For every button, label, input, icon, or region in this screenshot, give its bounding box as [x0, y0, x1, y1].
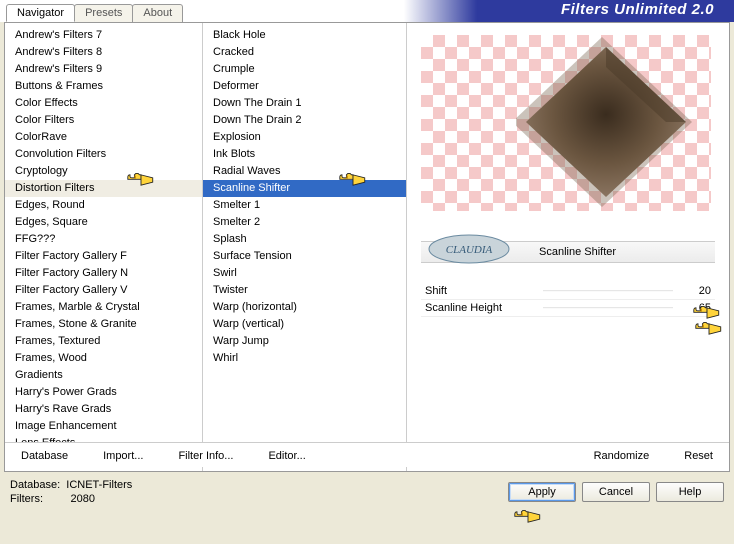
category-item[interactable]: Distortion Filters — [5, 180, 202, 197]
filter-item[interactable]: Down The Drain 1 — [203, 95, 406, 112]
bottom-button-bar: Database Import... Filter Info... Editor… — [5, 442, 729, 467]
filter-item[interactable]: Crumple — [203, 61, 406, 78]
category-item[interactable]: Filter Factory Gallery V — [5, 282, 202, 299]
main-content: Andrew's Filters 7Andrew's Filters 8Andr… — [4, 22, 730, 472]
category-item[interactable]: Image Enhancement — [5, 418, 202, 435]
filters-count-value: 2080 — [71, 493, 95, 505]
filter-item[interactable]: Whirl — [203, 350, 406, 367]
category-item[interactable]: Frames, Wood — [5, 350, 202, 367]
filter-list[interactable]: Black HoleCrackedCrumpleDeformerDown The… — [203, 23, 407, 471]
param-row[interactable]: Shift 20 — [421, 283, 715, 300]
category-item[interactable]: ColorRave — [5, 129, 202, 146]
category-item[interactable]: Andrew's Filters 7 — [5, 27, 202, 44]
category-item[interactable]: Harry's Rave Grads — [5, 401, 202, 418]
watermark-logo: CLAUDIA — [425, 230, 513, 268]
filter-item[interactable]: Radial Waves — [203, 163, 406, 180]
reset-button[interactable]: Reset — [684, 450, 713, 462]
help-button[interactable]: Help — [656, 482, 724, 502]
right-pane: CLAUDIA Scanline Shifter Shift 20 Scanline… — [407, 23, 729, 471]
database-label: Database: — [10, 479, 60, 491]
filter-item[interactable]: Splash — [203, 231, 406, 248]
category-item[interactable]: Edges, Round — [5, 197, 202, 214]
category-item[interactable]: Frames, Textured — [5, 333, 202, 350]
param-row[interactable]: Scanline Height 65 — [421, 300, 715, 317]
svg-text:CLAUDIA: CLAUDIA — [446, 244, 493, 256]
filter-item[interactable]: Down The Drain 2 — [203, 112, 406, 129]
tab-about[interactable]: About — [132, 4, 183, 22]
header-bar: NavigatorPresetsAbout Filters Unlimited … — [0, 0, 734, 22]
filters-count-label: Filters: — [10, 493, 43, 505]
filter-item[interactable]: Warp (horizontal) — [203, 299, 406, 316]
tab-presets[interactable]: Presets — [74, 4, 133, 22]
category-item[interactable]: Convolution Filters — [5, 146, 202, 163]
param-label: Shift — [425, 285, 535, 297]
category-item[interactable]: Harry's Power Grads — [5, 384, 202, 401]
randomize-button[interactable]: Randomize — [594, 450, 650, 462]
param-value: 20 — [681, 285, 711, 297]
filter-item[interactable]: Warp Jump — [203, 333, 406, 350]
tab-navigator[interactable]: Navigator — [6, 4, 75, 22]
category-item[interactable]: Buttons & Frames — [5, 78, 202, 95]
filter-item[interactable]: Smelter 1 — [203, 197, 406, 214]
filter-title-row: CLAUDIA Scanline Shifter — [421, 241, 715, 263]
filter-item[interactable]: Surface Tension — [203, 248, 406, 265]
filter-item[interactable]: Swirl — [203, 265, 406, 282]
filter-item[interactable]: Scanline Shifter — [203, 180, 406, 197]
import-button[interactable]: Import... — [103, 450, 143, 462]
filter-item[interactable]: Deformer — [203, 78, 406, 95]
apply-button[interactable]: Apply — [508, 482, 576, 502]
category-item[interactable]: Filter Factory Gallery F — [5, 248, 202, 265]
database-button[interactable]: Database — [21, 450, 68, 462]
filter-item[interactable]: Explosion — [203, 129, 406, 146]
category-item[interactable]: FFG??? — [5, 231, 202, 248]
current-filter-name: Scanline Shifter — [539, 246, 616, 258]
tabs: NavigatorPresetsAbout — [6, 4, 182, 22]
category-item[interactable]: Edges, Square — [5, 214, 202, 231]
footer: Database: ICNET-Filters Filters: 2080 Ap… — [0, 472, 734, 512]
category-item[interactable]: Frames, Stone & Granite — [5, 316, 202, 333]
cancel-button[interactable]: Cancel — [582, 482, 650, 502]
filter-item[interactable]: Twister — [203, 282, 406, 299]
filter-item[interactable]: Black Hole — [203, 27, 406, 44]
app-title: Filters Unlimited 2.0 — [561, 1, 714, 18]
filter-item[interactable]: Warp (vertical) — [203, 316, 406, 333]
filter-item[interactable]: Ink Blots — [203, 146, 406, 163]
param-slider[interactable] — [543, 307, 673, 309]
category-item[interactable]: Color Effects — [5, 95, 202, 112]
filter-preview — [421, 35, 711, 211]
category-item[interactable]: Frames, Marble & Crystal — [5, 299, 202, 316]
filter-item[interactable]: Smelter 2 — [203, 214, 406, 231]
parameters: Shift 20 Scanline Height 65 — [421, 283, 715, 317]
filter-info-button[interactable]: Filter Info... — [178, 450, 233, 462]
category-item[interactable]: Cryptology — [5, 163, 202, 180]
category-list[interactable]: Andrew's Filters 7Andrew's Filters 8Andr… — [5, 23, 203, 471]
param-slider[interactable] — [543, 290, 673, 292]
filter-item[interactable]: Cracked — [203, 44, 406, 61]
category-item[interactable]: Andrew's Filters 8 — [5, 44, 202, 61]
category-item[interactable]: Gradients — [5, 367, 202, 384]
category-item[interactable]: Andrew's Filters 9 — [5, 61, 202, 78]
category-item[interactable]: Color Filters — [5, 112, 202, 129]
category-item[interactable]: Filter Factory Gallery N — [5, 265, 202, 282]
param-value: 65 — [681, 302, 711, 314]
editor-button[interactable]: Editor... — [268, 450, 305, 462]
param-label: Scanline Height — [425, 302, 535, 314]
database-value: ICNET-Filters — [66, 479, 132, 491]
